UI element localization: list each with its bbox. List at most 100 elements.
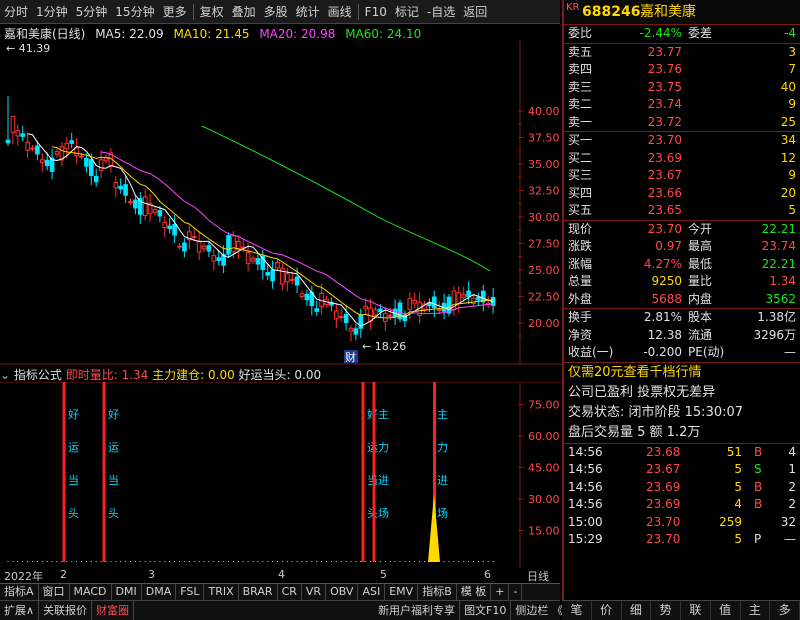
candle-body — [275, 262, 280, 269]
stat-value-2: 1.34 — [769, 274, 796, 288]
candle-body — [289, 278, 295, 281]
quote-tab[interactable]: 势 — [651, 601, 681, 620]
candle-body — [182, 242, 187, 252]
stats-row: 现价 23.70 今开 22.21 — [564, 221, 800, 239]
tick-price: 23.69 — [646, 479, 681, 494]
indicator-tick: 60.00 — [528, 430, 560, 443]
candle-body — [5, 139, 11, 144]
tab-indicator[interactable]: ASI — [358, 584, 386, 600]
tab-indicator[interactable]: - — [509, 584, 523, 600]
tab-extension[interactable]: 侧边栏 《 — [511, 601, 568, 620]
toolbar-item[interactable]: 15分钟 — [111, 1, 158, 23]
tab-indicator[interactable]: MACD — [70, 584, 112, 600]
high-price-label: ← 41.39 — [6, 42, 50, 55]
tab-indicator[interactable]: CR — [278, 584, 302, 600]
tab-extension[interactable]: 新用户福利专享 — [374, 601, 461, 620]
weibi-label: 委比 — [568, 26, 593, 40]
sell-level-label: 卖一 — [568, 114, 593, 129]
tab-indicator[interactable]: 指标A — [0, 584, 39, 600]
stats-row: 涨幅 4.27% 最低 22.21 — [564, 256, 800, 274]
stats-row: 外盘 5688 内盘 3562 — [564, 291, 800, 309]
buy-volume: 12 — [780, 150, 796, 165]
tick-time: 14:56 — [568, 479, 603, 494]
toolbar-item[interactable]: 返回 — [459, 1, 491, 23]
fund-label-2: 股本 — [688, 310, 713, 324]
candle-body — [152, 209, 158, 213]
quote-tab[interactable]: 细 — [622, 601, 652, 620]
price-tick: 32.50 — [528, 185, 560, 198]
tab-indicator[interactable]: 窗口 — [39, 584, 70, 600]
candle-body — [299, 293, 305, 298]
tab-indicator[interactable]: 模 板 — [457, 584, 492, 600]
toolbar-item[interactable]: 复权 — [196, 1, 228, 23]
stat-label: 外盘 — [568, 291, 593, 306]
signal-char: 好 — [68, 407, 79, 421]
collapse-icon[interactable]: ⌄ — [0, 368, 10, 382]
toolbar-item[interactable]: 更多 — [159, 1, 191, 23]
sell-volume: 7 — [788, 62, 796, 76]
buy-row: 买五 23.65 5 — [564, 202, 800, 220]
order-ratio-row: 委比 -2.44% 委差 -4 — [564, 25, 800, 43]
tab-indicator[interactable]: OBV — [326, 584, 359, 600]
weicha-label: 委差 — [688, 26, 713, 40]
toolbar-item[interactable]: 统计 — [292, 1, 324, 23]
fund-value: 2.81% — [643, 310, 682, 324]
tab-extension[interactable]: 图文F10 — [460, 601, 512, 620]
buy-price: 23.66 — [647, 185, 682, 200]
stock-chart-name: 嘉和美康(日线) — [4, 27, 86, 41]
tab-extension[interactable]: 关联报价 — [39, 601, 93, 620]
weicha-value: -4 — [784, 26, 796, 40]
tick-row: 15:29 23.70 5 P — — [564, 531, 800, 549]
tab-extension[interactable]: 财富圈 — [92, 601, 135, 620]
signal-char: 当 — [68, 473, 79, 487]
stat-label: 涨幅 — [568, 256, 593, 271]
date-m3: 3 — [148, 568, 155, 581]
tab-indicator[interactable]: TRIX — [204, 584, 239, 600]
stat-label: 涨跌 — [568, 239, 593, 253]
toolbar-item[interactable]: 多股 — [260, 1, 292, 23]
tab-extension[interactable]: 扩展∧ — [0, 601, 40, 620]
ma20-label: MA20: 20.98 — [259, 27, 336, 41]
buy-level-label: 买二 — [568, 150, 593, 165]
tab-indicator[interactable]: DMI — [112, 584, 142, 600]
toolbar-item[interactable]: -自选 — [423, 1, 459, 23]
tab-indicator[interactable]: EMV — [385, 584, 419, 600]
promo-link[interactable]: 仅需20元查看千档行情 — [564, 363, 800, 383]
tab-indicator[interactable]: DMA — [142, 584, 177, 600]
quote-tab[interactable]: 联 — [681, 601, 711, 620]
candle-body — [10, 115, 16, 133]
candle-body — [64, 142, 70, 150]
signal-char: 运 — [108, 441, 119, 454]
toolbar-item[interactable]: 5分钟 — [72, 1, 112, 23]
indicator-chart[interactable]: 75.0060.0045.0030.0015.00好运当头好运当头好运当头主力进… — [0, 382, 562, 568]
sell-level-label: 卖二 — [568, 97, 593, 111]
toolbar-item[interactable]: 1分钟 — [32, 1, 72, 23]
signal-char: 运 — [68, 441, 79, 454]
tab-indicator[interactable]: 指标B — [418, 584, 457, 600]
candle-body — [142, 196, 148, 216]
stat-label-2: 量比 — [688, 274, 713, 288]
tab-indicator[interactable]: BRAR — [239, 584, 278, 600]
toolbar-item[interactable]: 标记 — [391, 1, 423, 23]
buy-volume: 5 — [788, 203, 796, 217]
signal-char: 头 — [68, 507, 79, 520]
quote-tab[interactable]: 价 — [592, 601, 622, 620]
tab-indicator[interactable]: + — [491, 584, 510, 600]
quote-tab[interactable]: 多 — [770, 601, 800, 620]
tab-indicator[interactable]: FSL — [176, 584, 205, 600]
toolbar-item[interactable]: F10 — [361, 1, 391, 23]
toolbar-item[interactable]: 分时 — [0, 1, 32, 23]
quote-tab[interactable]: 值 — [711, 601, 741, 620]
kline-chart[interactable]: 40.00 37.50 35.00 32.50 30.00 27.50 25.00 22.50… — [0, 40, 562, 365]
fund-row: 换手 2.81% 股本 1.38亿 — [564, 309, 800, 327]
toolbar-item[interactable]: 画线 — [324, 1, 356, 23]
candle-body — [167, 225, 172, 230]
tab-indicator[interactable]: VR — [302, 584, 327, 600]
tick-price: 23.68 — [646, 444, 681, 459]
market-tag: KR — [566, 2, 580, 13]
toolbar-item[interactable]: 叠加 — [228, 1, 260, 23]
quote-tab[interactable]: 主 — [741, 601, 771, 620]
sell-volume: 40 — [780, 79, 796, 94]
quote-tab[interactable]: 笔 — [562, 601, 592, 620]
candle-body — [378, 308, 383, 313]
